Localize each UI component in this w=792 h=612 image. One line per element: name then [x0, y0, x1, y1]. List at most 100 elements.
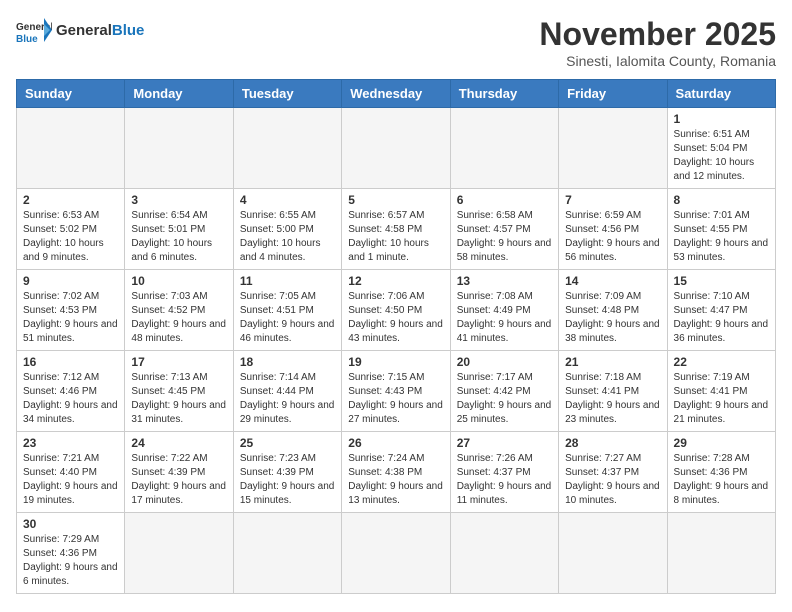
day-info: Sunrise: 7:28 AM Sunset: 4:36 PM Dayligh… — [674, 452, 769, 508]
day-number: 30 — [23, 517, 118, 531]
day-number: 7 — [565, 193, 660, 207]
day-info: Sunrise: 7:05 AM Sunset: 4:51 PM Dayligh… — [240, 290, 335, 346]
day-info: Sunrise: 7:18 AM Sunset: 4:41 PM Dayligh… — [565, 371, 660, 427]
day-number: 21 — [565, 355, 660, 369]
day-number: 19 — [348, 355, 443, 369]
calendar-cell: 6Sunrise: 6:58 AM Sunset: 4:57 PM Daylig… — [450, 189, 558, 270]
day-info: Sunrise: 6:54 AM Sunset: 5:01 PM Dayligh… — [131, 209, 226, 265]
calendar-cell — [450, 513, 558, 594]
day-info: Sunrise: 7:03 AM Sunset: 4:52 PM Dayligh… — [131, 290, 226, 346]
day-info: Sunrise: 7:19 AM Sunset: 4:41 PM Dayligh… — [674, 371, 769, 427]
calendar-cell: 1Sunrise: 6:51 AM Sunset: 5:04 PM Daylig… — [667, 108, 775, 189]
day-number: 25 — [240, 436, 335, 450]
day-info: Sunrise: 7:17 AM Sunset: 4:42 PM Dayligh… — [457, 371, 552, 427]
calendar-cell: 18 Sunrise: 7:14 AM Sunset: 4:44 PM Dayli… — [233, 351, 341, 432]
day-number: 5 — [348, 193, 443, 207]
day-info: Sunrise: 6:58 AM Sunset: 4:57 PM Dayligh… — [457, 209, 552, 265]
calendar-cell — [342, 108, 450, 189]
day-number: 18 — [240, 355, 335, 369]
day-number: 11 — [240, 274, 335, 288]
day-info: Sunrise: 7:15 AM Sunset: 4:43 PM Dayligh… — [348, 371, 443, 427]
calendar-cell — [559, 108, 667, 189]
day-number: 22 — [674, 355, 769, 369]
calendar-week-row: 16Sunrise: 7:12 AM Sunset: 4:46 PM Dayli… — [17, 351, 776, 432]
day-info: Sunrise: 7:21 AM Sunset: 4:40 PM Dayligh… — [23, 452, 118, 508]
svg-text:Blue: Blue — [16, 34, 38, 45]
calendar-cell — [125, 108, 233, 189]
day-number: 13 — [457, 274, 552, 288]
calendar-cell: 22 Sunrise: 7:19 AM Sunset: 4:41 PM Dayli… — [667, 351, 775, 432]
day-number: 1 — [674, 112, 769, 126]
day-info: Sunrise: 7:14 AM Sunset: 4:44 PM Dayligh… — [240, 371, 335, 427]
calendar-cell: 23 Sunrise: 7:21 AM Sunset: 4:40 PM Dayli… — [17, 432, 125, 513]
calendar-cell: 2 Sunrise: 6:53 AM Sunset: 5:02 PM Daylig… — [17, 189, 125, 270]
column-header-tuesday: Tuesday — [233, 80, 341, 108]
day-number: 24 — [131, 436, 226, 450]
day-number: 23 — [23, 436, 118, 450]
day-info: Sunrise: 7:23 AM Sunset: 4:39 PM Dayligh… — [240, 452, 335, 508]
calendar-cell: 20 Sunrise: 7:17 AM Sunset: 4:42 PM Dayli… — [450, 351, 558, 432]
calendar-cell: 30 Sunrise: 7:29 AM Sunset: 4:36 PM Dayli… — [17, 513, 125, 594]
day-info: Sunrise: 6:55 AM Sunset: 5:00 PM Dayligh… — [240, 209, 335, 265]
calendar-cell: 4 Sunrise: 6:55 AM Sunset: 5:00 PM Daylig… — [233, 189, 341, 270]
day-number: 20 — [457, 355, 552, 369]
logo: General Blue GeneralBlue — [16, 16, 144, 46]
day-number: 9 — [23, 274, 118, 288]
calendar-cell: 14Sunrise: 7:09 AM Sunset: 4:48 PM Dayli… — [559, 270, 667, 351]
logo-icon: General Blue — [16, 16, 52, 46]
day-number: 26 — [348, 436, 443, 450]
calendar-cell: 7 Sunrise: 6:59 AM Sunset: 4:56 PM Daylig… — [559, 189, 667, 270]
calendar-cell: 25 Sunrise: 7:23 AM Sunset: 4:39 PM Dayli… — [233, 432, 341, 513]
calendar-cell: 15Sunrise: 7:10 AM Sunset: 4:47 PM Dayli… — [667, 270, 775, 351]
day-info: Sunrise: 7:22 AM Sunset: 4:39 PM Dayligh… — [131, 452, 226, 508]
page-header: General Blue GeneralBlue November 2025 S… — [16, 16, 776, 69]
calendar-cell: 28Sunrise: 7:27 AM Sunset: 4:37 PM Dayli… — [559, 432, 667, 513]
calendar-cell: 10Sunrise: 7:03 AM Sunset: 4:52 PM Dayli… — [125, 270, 233, 351]
day-number: 2 — [23, 193, 118, 207]
calendar-cell: 8Sunrise: 7:01 AM Sunset: 4:55 PM Daylig… — [667, 189, 775, 270]
calendar-cell: 24 Sunrise: 7:22 AM Sunset: 4:39 PM Dayli… — [125, 432, 233, 513]
day-number: 16 — [23, 355, 118, 369]
calendar-cell: 12Sunrise: 7:06 AM Sunset: 4:50 PM Dayli… — [342, 270, 450, 351]
day-number: 8 — [674, 193, 769, 207]
day-info: Sunrise: 7:08 AM Sunset: 4:49 PM Dayligh… — [457, 290, 552, 346]
day-info: Sunrise: 6:57 AM Sunset: 4:58 PM Dayligh… — [348, 209, 443, 265]
day-number: 4 — [240, 193, 335, 207]
column-header-thursday: Thursday — [450, 80, 558, 108]
day-number: 29 — [674, 436, 769, 450]
day-info: Sunrise: 7:29 AM Sunset: 4:36 PM Dayligh… — [23, 533, 118, 589]
calendar-cell: 26Sunrise: 7:24 AM Sunset: 4:38 PM Dayli… — [342, 432, 450, 513]
calendar-week-row: 9 Sunrise: 7:02 AM Sunset: 4:53 PM Daylig… — [17, 270, 776, 351]
calendar-week-row: 2 Sunrise: 6:53 AM Sunset: 5:02 PM Daylig… — [17, 189, 776, 270]
calendar-header-row: SundayMondayTuesdayWednesdayThursdayFrid… — [17, 80, 776, 108]
calendar-cell — [233, 108, 341, 189]
day-info: Sunrise: 7:06 AM Sunset: 4:50 PM Dayligh… — [348, 290, 443, 346]
day-info: Sunrise: 7:26 AM Sunset: 4:37 PM Dayligh… — [457, 452, 552, 508]
calendar-cell — [667, 513, 775, 594]
calendar-week-row: 30 Sunrise: 7:29 AM Sunset: 4:36 PM Dayli… — [17, 513, 776, 594]
day-info: Sunrise: 7:09 AM Sunset: 4:48 PM Dayligh… — [565, 290, 660, 346]
day-info: Sunrise: 6:59 AM Sunset: 4:56 PM Dayligh… — [565, 209, 660, 265]
day-number: 17 — [131, 355, 226, 369]
calendar-cell: 21 Sunrise: 7:18 AM Sunset: 4:41 PM Dayli… — [559, 351, 667, 432]
day-info: Sunrise: 7:10 AM Sunset: 4:47 PM Dayligh… — [674, 290, 769, 346]
calendar-cell — [125, 513, 233, 594]
calendar-week-row: 23 Sunrise: 7:21 AM Sunset: 4:40 PM Dayli… — [17, 432, 776, 513]
column-header-monday: Monday — [125, 80, 233, 108]
calendar-cell — [450, 108, 558, 189]
calendar-cell: 16Sunrise: 7:12 AM Sunset: 4:46 PM Dayli… — [17, 351, 125, 432]
calendar-table: SundayMondayTuesdayWednesdayThursdayFrid… — [16, 79, 776, 594]
day-info: Sunrise: 6:53 AM Sunset: 5:02 PM Dayligh… — [23, 209, 118, 265]
day-number: 3 — [131, 193, 226, 207]
day-info: Sunrise: 7:13 AM Sunset: 4:45 PM Dayligh… — [131, 371, 226, 427]
day-info: Sunrise: 7:02 AM Sunset: 4:53 PM Dayligh… — [23, 290, 118, 346]
calendar-cell: 27 Sunrise: 7:26 AM Sunset: 4:37 PM Dayli… — [450, 432, 558, 513]
column-header-sunday: Sunday — [17, 80, 125, 108]
calendar-cell — [17, 108, 125, 189]
calendar-cell — [559, 513, 667, 594]
month-title: November 2025 — [539, 16, 776, 53]
column-header-saturday: Saturday — [667, 80, 775, 108]
calendar-cell: 17 Sunrise: 7:13 AM Sunset: 4:45 PM Dayli… — [125, 351, 233, 432]
day-number: 27 — [457, 436, 552, 450]
day-number: 28 — [565, 436, 660, 450]
